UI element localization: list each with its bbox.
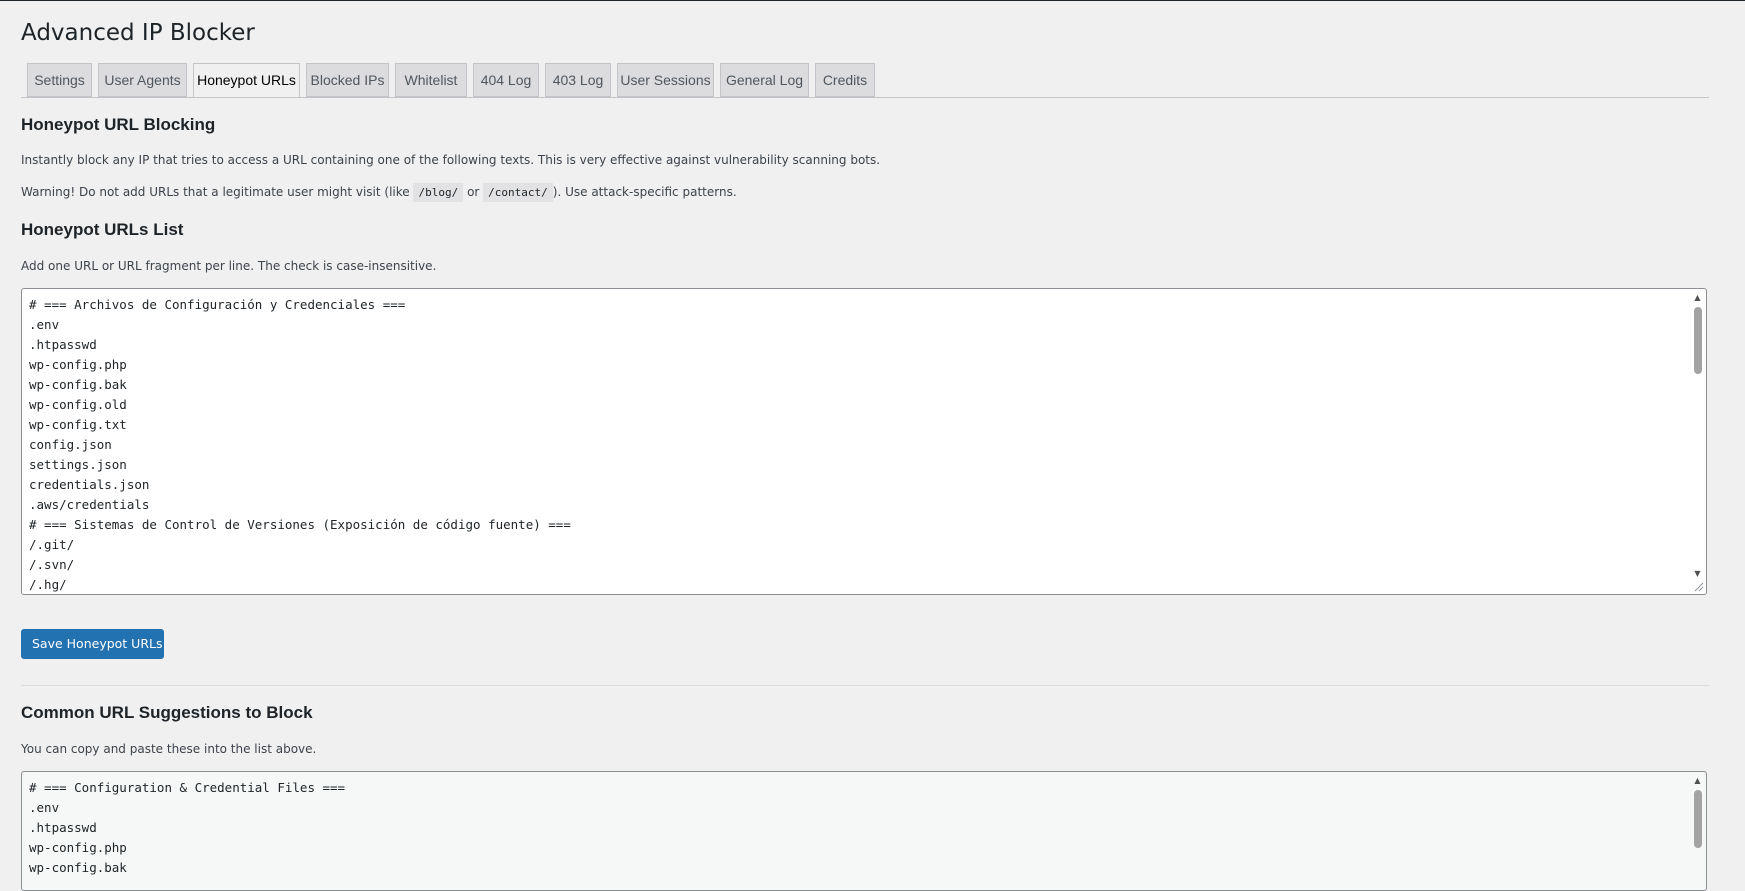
honeypot-urls-textarea[interactable]: # === Archivos de Configuración y Creden… <box>21 288 1707 595</box>
textarea-line: .aws/credentials <box>29 497 150 512</box>
tab-whitelist[interactable]: Whitelist <box>395 63 467 97</box>
page-title: Advanced IP Blocker <box>21 20 255 46</box>
blocking-description: Instantly block any IP that tries to acc… <box>21 153 881 167</box>
tab-settings[interactable]: Settings <box>27 63 92 97</box>
textarea-line: wp-config.txt <box>29 417 127 432</box>
section-divider <box>21 685 1709 686</box>
tab-general-log[interactable]: General Log <box>720 63 809 97</box>
textarea-line: .htpasswd <box>29 337 97 352</box>
warning-prefix: Warning! Do not add URLs that a legitima… <box>21 185 410 199</box>
blocking-warning: Warning! Do not add URLs that a legitima… <box>21 183 737 202</box>
tab-404-log[interactable]: 404 Log <box>473 63 539 97</box>
scroll-down-arrow-icon[interactable]: ▼ <box>1690 568 1705 580</box>
textarea-scrollbar[interactable]: ▲ ▼ <box>1690 290 1705 593</box>
honeypot-urls-lines: # === Archivos de Configuración y Creden… <box>29 295 571 594</box>
code-contact: /contact/ <box>483 183 553 202</box>
list-heading: Honeypot URLs List <box>21 220 184 239</box>
suggestions-description: You can copy and paste these into the li… <box>21 742 317 756</box>
suggestions-scrollbar[interactable]: ▲ <box>1690 773 1705 889</box>
scroll-thumb[interactable] <box>1694 790 1702 848</box>
textarea-line: /.hg/ <box>29 577 67 592</box>
textarea-line: .env <box>29 800 60 815</box>
suggestions-heading: Common URL Suggestions to Block <box>21 703 313 722</box>
textarea-line: # === Archivos de Configuración y Creden… <box>29 297 406 312</box>
textarea-line: wp-config.bak <box>29 860 127 875</box>
tab-user-agents[interactable]: User Agents <box>98 63 187 97</box>
textarea-line: /.svn/ <box>29 557 75 572</box>
textarea-line: wp-config.bak <box>29 377 127 392</box>
window-top-border <box>0 0 1745 1</box>
tab-403-log[interactable]: 403 Log <box>545 63 611 97</box>
list-description: Add one URL or URL fragment per line. Th… <box>21 259 437 273</box>
textarea-line: # === Sistemas de Control de Versiones (… <box>29 517 571 532</box>
scroll-up-arrow-icon[interactable]: ▲ <box>1690 775 1705 787</box>
tab-honeypot-urls[interactable]: Honeypot URLs <box>193 63 300 98</box>
nav-tabs: Settings User Agents Honeypot URLs Block… <box>27 63 1709 98</box>
textarea-line: /.git/ <box>29 537 75 552</box>
scroll-thumb[interactable] <box>1694 307 1702 374</box>
textarea-line: settings.json <box>29 457 127 472</box>
textarea-line: .env <box>29 317 60 332</box>
code-blog: /blog/ <box>413 183 464 202</box>
textarea-line: config.json <box>29 437 112 452</box>
resize-grip-icon[interactable] <box>1694 582 1704 592</box>
textarea-line: # === Configuration & Credential Files =… <box>29 780 346 795</box>
tab-user-sessions[interactable]: User Sessions <box>617 63 714 97</box>
textarea-line: wp-config.php <box>29 840 127 855</box>
tab-credits[interactable]: Credits <box>815 63 875 97</box>
warning-suffix: ). Use attack-specific patterns. <box>552 185 737 199</box>
suggestions-textarea[interactable]: # === Configuration & Credential Files =… <box>21 771 1707 891</box>
textarea-line: wp-config.php <box>29 357 127 372</box>
textarea-line: .htpasswd <box>29 820 97 835</box>
textarea-line: wp-config.old <box>29 397 127 412</box>
blocking-heading: Honeypot URL Blocking <box>21 115 216 134</box>
warning-or: or <box>467 185 480 199</box>
scroll-up-arrow-icon[interactable]: ▲ <box>1690 292 1705 304</box>
save-honeypot-urls-button[interactable]: Save Honeypot URLs <box>21 629 164 659</box>
textarea-line: credentials.json <box>29 477 150 492</box>
tabs-divider <box>21 97 1709 98</box>
tab-blocked-ips[interactable]: Blocked IPs <box>306 63 389 97</box>
suggestions-lines: # === Configuration & Credential Files =… <box>29 778 345 878</box>
